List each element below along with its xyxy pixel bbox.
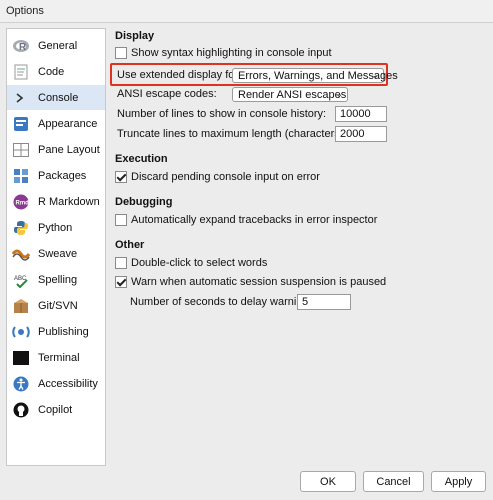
sidebar-item-code[interactable]: Code (7, 59, 105, 84)
svg-text:R: R (19, 42, 27, 53)
expand-tracebacks-label: Automatically expand tracebacks in error… (131, 214, 378, 226)
extended-display-select[interactable]: Errors, Warnings, and Messages ⌄ (232, 68, 398, 83)
python-icon (12, 219, 30, 237)
double-click-checkbox[interactable] (115, 257, 127, 269)
chevron-down-icon: ⌄ (371, 70, 379, 80)
other-heading: Other (115, 239, 145, 251)
copilot-icon (12, 401, 30, 419)
r-logo-icon: R (12, 37, 30, 55)
truncate-lines-label: Truncate lines to maximum length (charac… (117, 128, 347, 140)
sidebar-item-general[interactable]: R General (7, 33, 105, 58)
code-page-icon (12, 63, 30, 81)
spelling-icon: ABC (12, 271, 30, 289)
git-svn-icon (12, 297, 30, 315)
rmd-icon: Rmd (12, 193, 30, 211)
sidebar-item-git-svn[interactable]: Git/SVN (7, 293, 105, 318)
apply-button[interactable]: Apply (431, 471, 486, 492)
cancel-button[interactable]: Cancel (363, 471, 424, 492)
sidebar-item-packages[interactable]: Packages (7, 163, 105, 188)
sidebar-item-copilot[interactable]: Copilot (7, 397, 105, 422)
history-lines-label: Number of lines to show in console histo… (117, 108, 327, 120)
sidebar-item-python[interactable]: Python (7, 215, 105, 240)
delay-warning-label: Number of seconds to delay warning: (130, 296, 312, 308)
debugging-heading: Debugging (115, 196, 173, 208)
discard-pending-option[interactable]: Discard pending console input on error (115, 171, 320, 183)
console-prompt-icon (12, 89, 30, 107)
svg-text:Rmd: Rmd (16, 200, 30, 206)
warn-suspension-label: Warn when automatic session suspension i… (131, 276, 387, 288)
window-title: Options (6, 5, 44, 17)
window-titlebar: Options (0, 0, 493, 23)
syntax-highlighting-label: Show syntax highlighting in console inpu… (131, 47, 332, 59)
sidebar-item-publishing[interactable]: Publishing (7, 319, 105, 344)
ok-button[interactable]: OK (300, 471, 356, 492)
ansi-value: Render ANSI escapes (238, 88, 347, 101)
sidebar-item-console[interactable]: Console (7, 85, 105, 110)
sidebar-item-terminal[interactable]: Terminal (7, 345, 105, 370)
terminal-icon (12, 349, 30, 367)
sweave-icon (12, 245, 30, 263)
syntax-highlighting-option[interactable]: Show syntax highlighting in console inpu… (115, 47, 332, 59)
delay-warning-input[interactable]: 5 (297, 294, 351, 310)
expand-tracebacks-option[interactable]: Automatically expand tracebacks in error… (115, 214, 377, 226)
warn-suspension-checkbox[interactable] (115, 276, 127, 288)
options-sidebar: R General Code Console Appearance Pane L… (6, 28, 106, 466)
appearance-icon (12, 115, 30, 133)
ansi-select[interactable]: Render ANSI escapes ⌄ (232, 87, 348, 102)
sidebar-item-sweave[interactable]: Sweave (7, 241, 105, 266)
double-click-option[interactable]: Double-click to select words (115, 257, 267, 269)
sidebar-item-spelling[interactable]: ABC Spelling (7, 267, 105, 292)
accessibility-icon (12, 375, 30, 393)
sidebar-item-appearance[interactable]: Appearance (7, 111, 105, 136)
sidebar-item-pane-layout[interactable]: Pane Layout (7, 137, 105, 162)
pane-layout-icon (12, 141, 30, 159)
ansi-label: ANSI escape codes: (117, 88, 217, 100)
discard-pending-label: Discard pending console input on error (131, 171, 320, 183)
expand-tracebacks-checkbox[interactable] (115, 214, 127, 226)
history-lines-input[interactable]: 10000 (335, 106, 387, 122)
chevron-down-icon: ⌄ (335, 89, 343, 99)
extended-display-label: Use extended display for: (117, 69, 242, 81)
publishing-icon (12, 323, 30, 341)
sidebar-item-accessibility[interactable]: Accessibility (7, 371, 105, 396)
double-click-label: Double-click to select words (131, 257, 268, 269)
sidebar-item-r-markdown[interactable]: Rmd R Markdown (7, 189, 105, 214)
warn-suspension-option[interactable]: Warn when automatic session suspension i… (115, 276, 386, 288)
display-heading: Display (115, 30, 155, 42)
packages-icon (12, 167, 30, 185)
execution-heading: Execution (115, 153, 168, 165)
truncate-lines-input[interactable]: 2000 (335, 126, 387, 142)
syntax-highlighting-checkbox[interactable] (115, 47, 127, 59)
discard-pending-checkbox[interactable] (115, 171, 127, 183)
